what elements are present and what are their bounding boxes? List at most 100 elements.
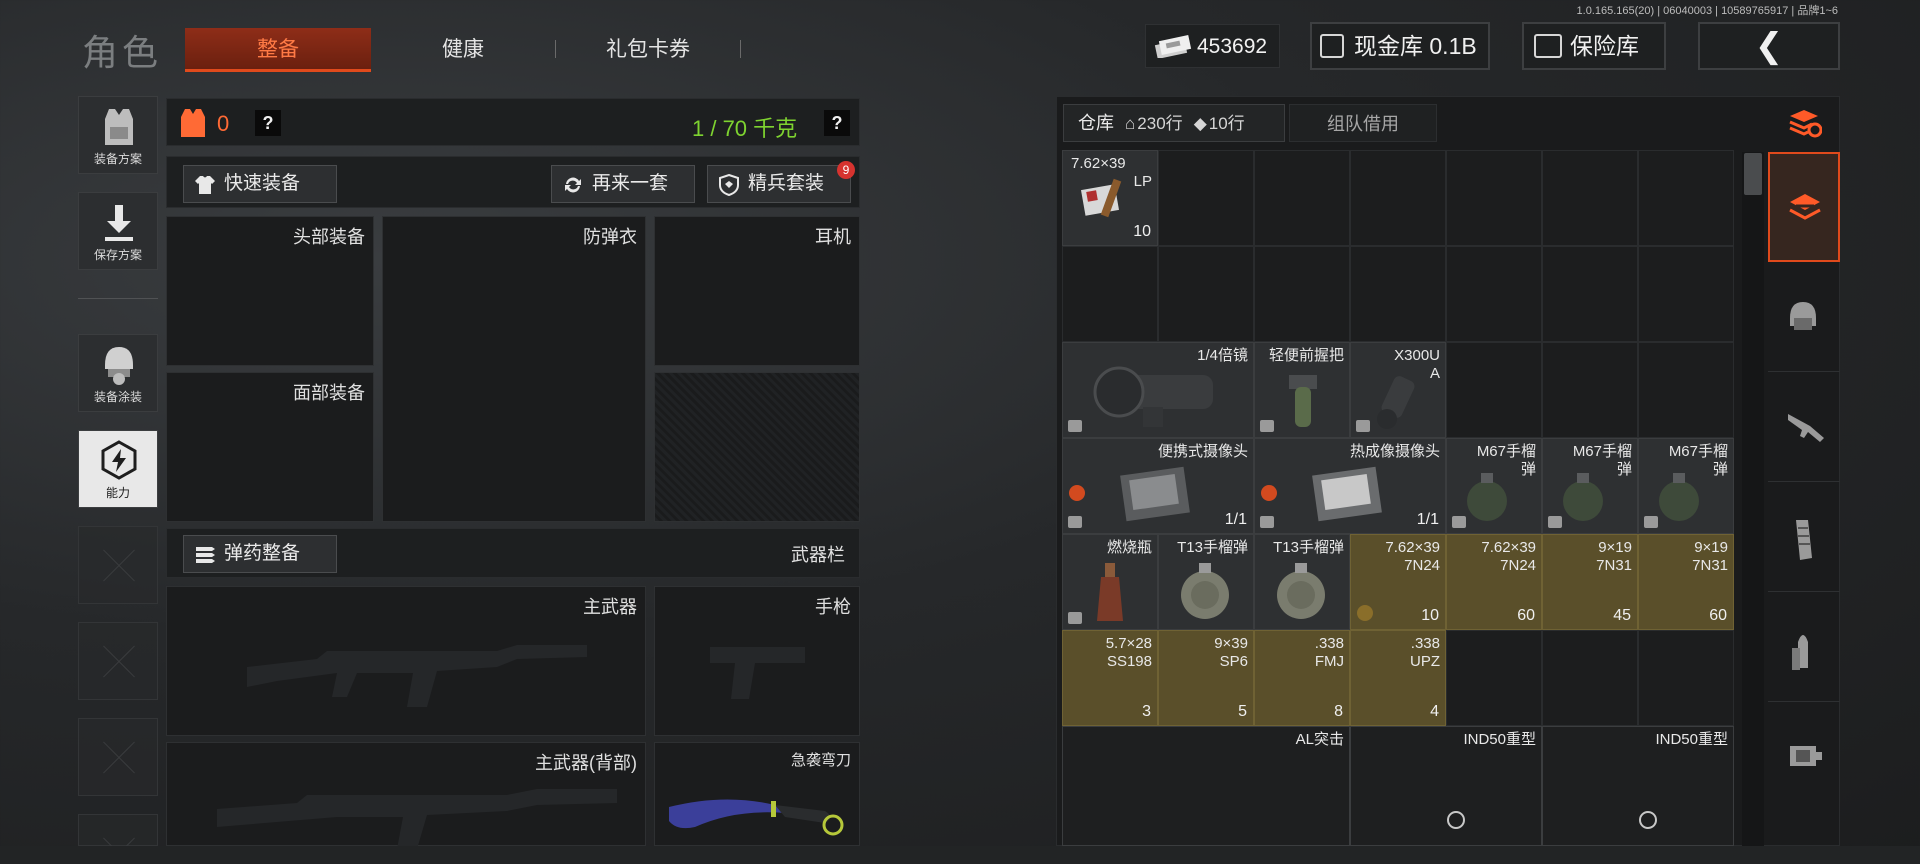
category-magazines[interactable] [1768, 482, 1840, 592]
crate-icon [1260, 420, 1274, 432]
ticket-rows: 10行 [1208, 114, 1245, 133]
loading-spinner-icon [1639, 811, 1657, 829]
vest-icon [105, 109, 133, 145]
slot-face[interactable]: 面部装备 [166, 372, 374, 522]
tab-warehouse[interactable]: 仓库 ⌂ 230行 ◆ 10行 [1063, 104, 1285, 142]
grid-cell[interactable] [1542, 630, 1638, 726]
item-ind50-heavy[interactable]: IND50重型 [1542, 726, 1734, 846]
foregrip-icon [1289, 375, 1317, 427]
item-light-foregrip[interactable]: 轻便前握把 [1254, 342, 1350, 438]
sight-icon [1790, 746, 1822, 766]
again-set-button[interactable]: 再来一套 [551, 165, 695, 203]
slot-primary-weapon[interactable]: 主武器 [166, 586, 646, 736]
ticket-icon: ◆ [1193, 114, 1207, 133]
grid-cell[interactable] [1254, 246, 1350, 342]
item-variant: LP [1133, 173, 1152, 190]
stack-refresh-icon [1789, 110, 1822, 138]
category-weapons[interactable] [1768, 372, 1840, 482]
warehouse-scrollbar[interactable] [1742, 152, 1764, 846]
back-button[interactable]: ❮ [1698, 22, 1840, 70]
grid-cell[interactable] [1350, 150, 1446, 246]
slot-armor[interactable]: 防弹衣 [382, 216, 646, 522]
all-items-icon [1789, 194, 1821, 220]
grid-cell[interactable] [1062, 246, 1158, 342]
item-molotov[interactable]: 燃烧瓶 [1062, 534, 1158, 630]
item-name: 热成像摄像头 [1349, 443, 1440, 460]
grid-cell[interactable] [1638, 246, 1734, 342]
elite-set-button[interactable]: 精兵套装 [707, 165, 851, 203]
category-attachments[interactable] [1768, 702, 1840, 812]
home-icon: ⌂ [1125, 114, 1136, 133]
tab-team-borrow[interactable]: 组队借用 [1289, 104, 1437, 142]
item-scope-1-4x[interactable]: 1/4倍镜 [1062, 342, 1254, 438]
item-ammo-762-7n24[interactable]: 7.62×39 7N24 60 [1446, 534, 1542, 630]
grid-cell[interactable] [1542, 246, 1638, 342]
grid-cell[interactable] [1350, 246, 1446, 342]
category-all[interactable] [1768, 152, 1840, 262]
item-ammo-939-sp6[interactable]: 9×39 SP6 5 [1158, 630, 1254, 726]
grid-cell[interactable] [1542, 342, 1638, 438]
sidebar-item-ability[interactable]: 能力 [78, 430, 158, 508]
tab-health[interactable]: 健康 [370, 28, 556, 72]
grid-cell[interactable] [1254, 150, 1350, 246]
slot-label: 主武器 [583, 597, 637, 617]
slot-label: 手枪 [815, 597, 851, 617]
sidebar-empty-slot [78, 718, 158, 796]
item-ammo-762-7n24[interactable]: 7.62×39 7N24 10 [1350, 534, 1446, 630]
item-grenade-t13[interactable]: T13手榴弹 [1254, 534, 1350, 630]
grid-cell[interactable] [1446, 630, 1542, 726]
item-ind50-heavy[interactable]: IND50重型 [1350, 726, 1542, 846]
help-button[interactable]: ? [255, 110, 281, 136]
item-flashlight-x300u[interactable]: X300U A [1350, 342, 1446, 438]
helmet-paint-icon [105, 347, 133, 385]
item-ammo-338-fmj[interactable]: .338 FMJ 8 [1254, 630, 1350, 726]
slot-primary-weapon-back[interactable]: 主武器(背部) [166, 742, 646, 849]
item-grenade-m67[interactable]: M67手榴 弹 [1638, 438, 1734, 534]
scrollbar-thumb[interactable] [1744, 153, 1762, 195]
slot-pistol[interactable]: 手枪 [654, 586, 860, 736]
slot-head[interactable]: 头部装备 [166, 216, 374, 366]
grid-cell[interactable] [1542, 150, 1638, 246]
category-ammo[interactable] [1768, 592, 1840, 702]
item-al-assault-rifle[interactable]: AL突击 [1062, 726, 1350, 846]
grid-cell[interactable] [1638, 630, 1734, 726]
item-ammo-762-lp[interactable]: 7.62×39 LP 10 [1062, 150, 1158, 246]
slot-melee[interactable]: 急袭弯刀 [654, 742, 860, 846]
item-ammo-919-7n31[interactable]: 9×19 7N31 60 [1638, 534, 1734, 630]
sidebar-item-label: 保存方案 [93, 248, 142, 262]
grid-cell[interactable] [1638, 342, 1734, 438]
item-grenade-m67[interactable]: M67手榴 弹 [1446, 438, 1542, 534]
ammo-equip-button[interactable]: 弹药整备 [183, 535, 337, 573]
grid-cell[interactable] [1158, 246, 1254, 342]
sort-refresh-button[interactable] [1768, 96, 1840, 152]
sidebar-empty-slot [78, 622, 158, 700]
grid-cell[interactable] [1158, 150, 1254, 246]
safe-vault-button[interactable]: 保险库 [1522, 22, 1666, 70]
item-ammo-57-ss198[interactable]: 5.7×28 SS198 3 [1062, 630, 1158, 726]
skull-mark-icon [1069, 485, 1085, 501]
weight-help-button[interactable]: ? [824, 110, 850, 136]
sidebar-item-loadout-plan[interactable]: 装备方案 [78, 96, 158, 174]
tab-equip[interactable]: 整备 [185, 28, 371, 72]
crate-icon [1068, 516, 1082, 528]
slot-headset[interactable]: 耳机 [654, 216, 860, 366]
item-ammo-338-upz[interactable]: .338 UPZ 4 [1350, 630, 1446, 726]
shield-icon [719, 174, 739, 196]
item-grenade-t13[interactable]: T13手榴弹 [1158, 534, 1254, 630]
quick-equip-button[interactable]: 快速装备 [183, 165, 337, 203]
tab-gift-cards[interactable]: 礼包卡券 [555, 28, 741, 72]
item-thermal-camera[interactable]: 热成像摄像头 1/1 [1254, 438, 1446, 534]
item-ammo-919-7n31[interactable]: 9×19 7N31 45 [1542, 534, 1638, 630]
grid-cell[interactable] [1638, 150, 1734, 246]
item-grenade-m67[interactable]: M67手榴 弹 [1542, 438, 1638, 534]
category-armor[interactable] [1768, 262, 1840, 372]
grid-cell[interactable] [1446, 342, 1542, 438]
grid-cell[interactable] [1446, 150, 1542, 246]
grid-cell[interactable] [1446, 246, 1542, 342]
item-name: 轻便前握把 [1268, 347, 1344, 364]
sidebar-item-save-plan[interactable]: 保存方案 [78, 192, 158, 270]
item-portable-camera[interactable]: 便携式摄像头 1/1 [1062, 438, 1254, 534]
cash-vault-button[interactable]: 现金库 0.1B [1310, 22, 1490, 70]
sidebar-item-skin[interactable]: 装备涂装 [78, 334, 158, 412]
cash-icon [1154, 35, 1192, 58]
